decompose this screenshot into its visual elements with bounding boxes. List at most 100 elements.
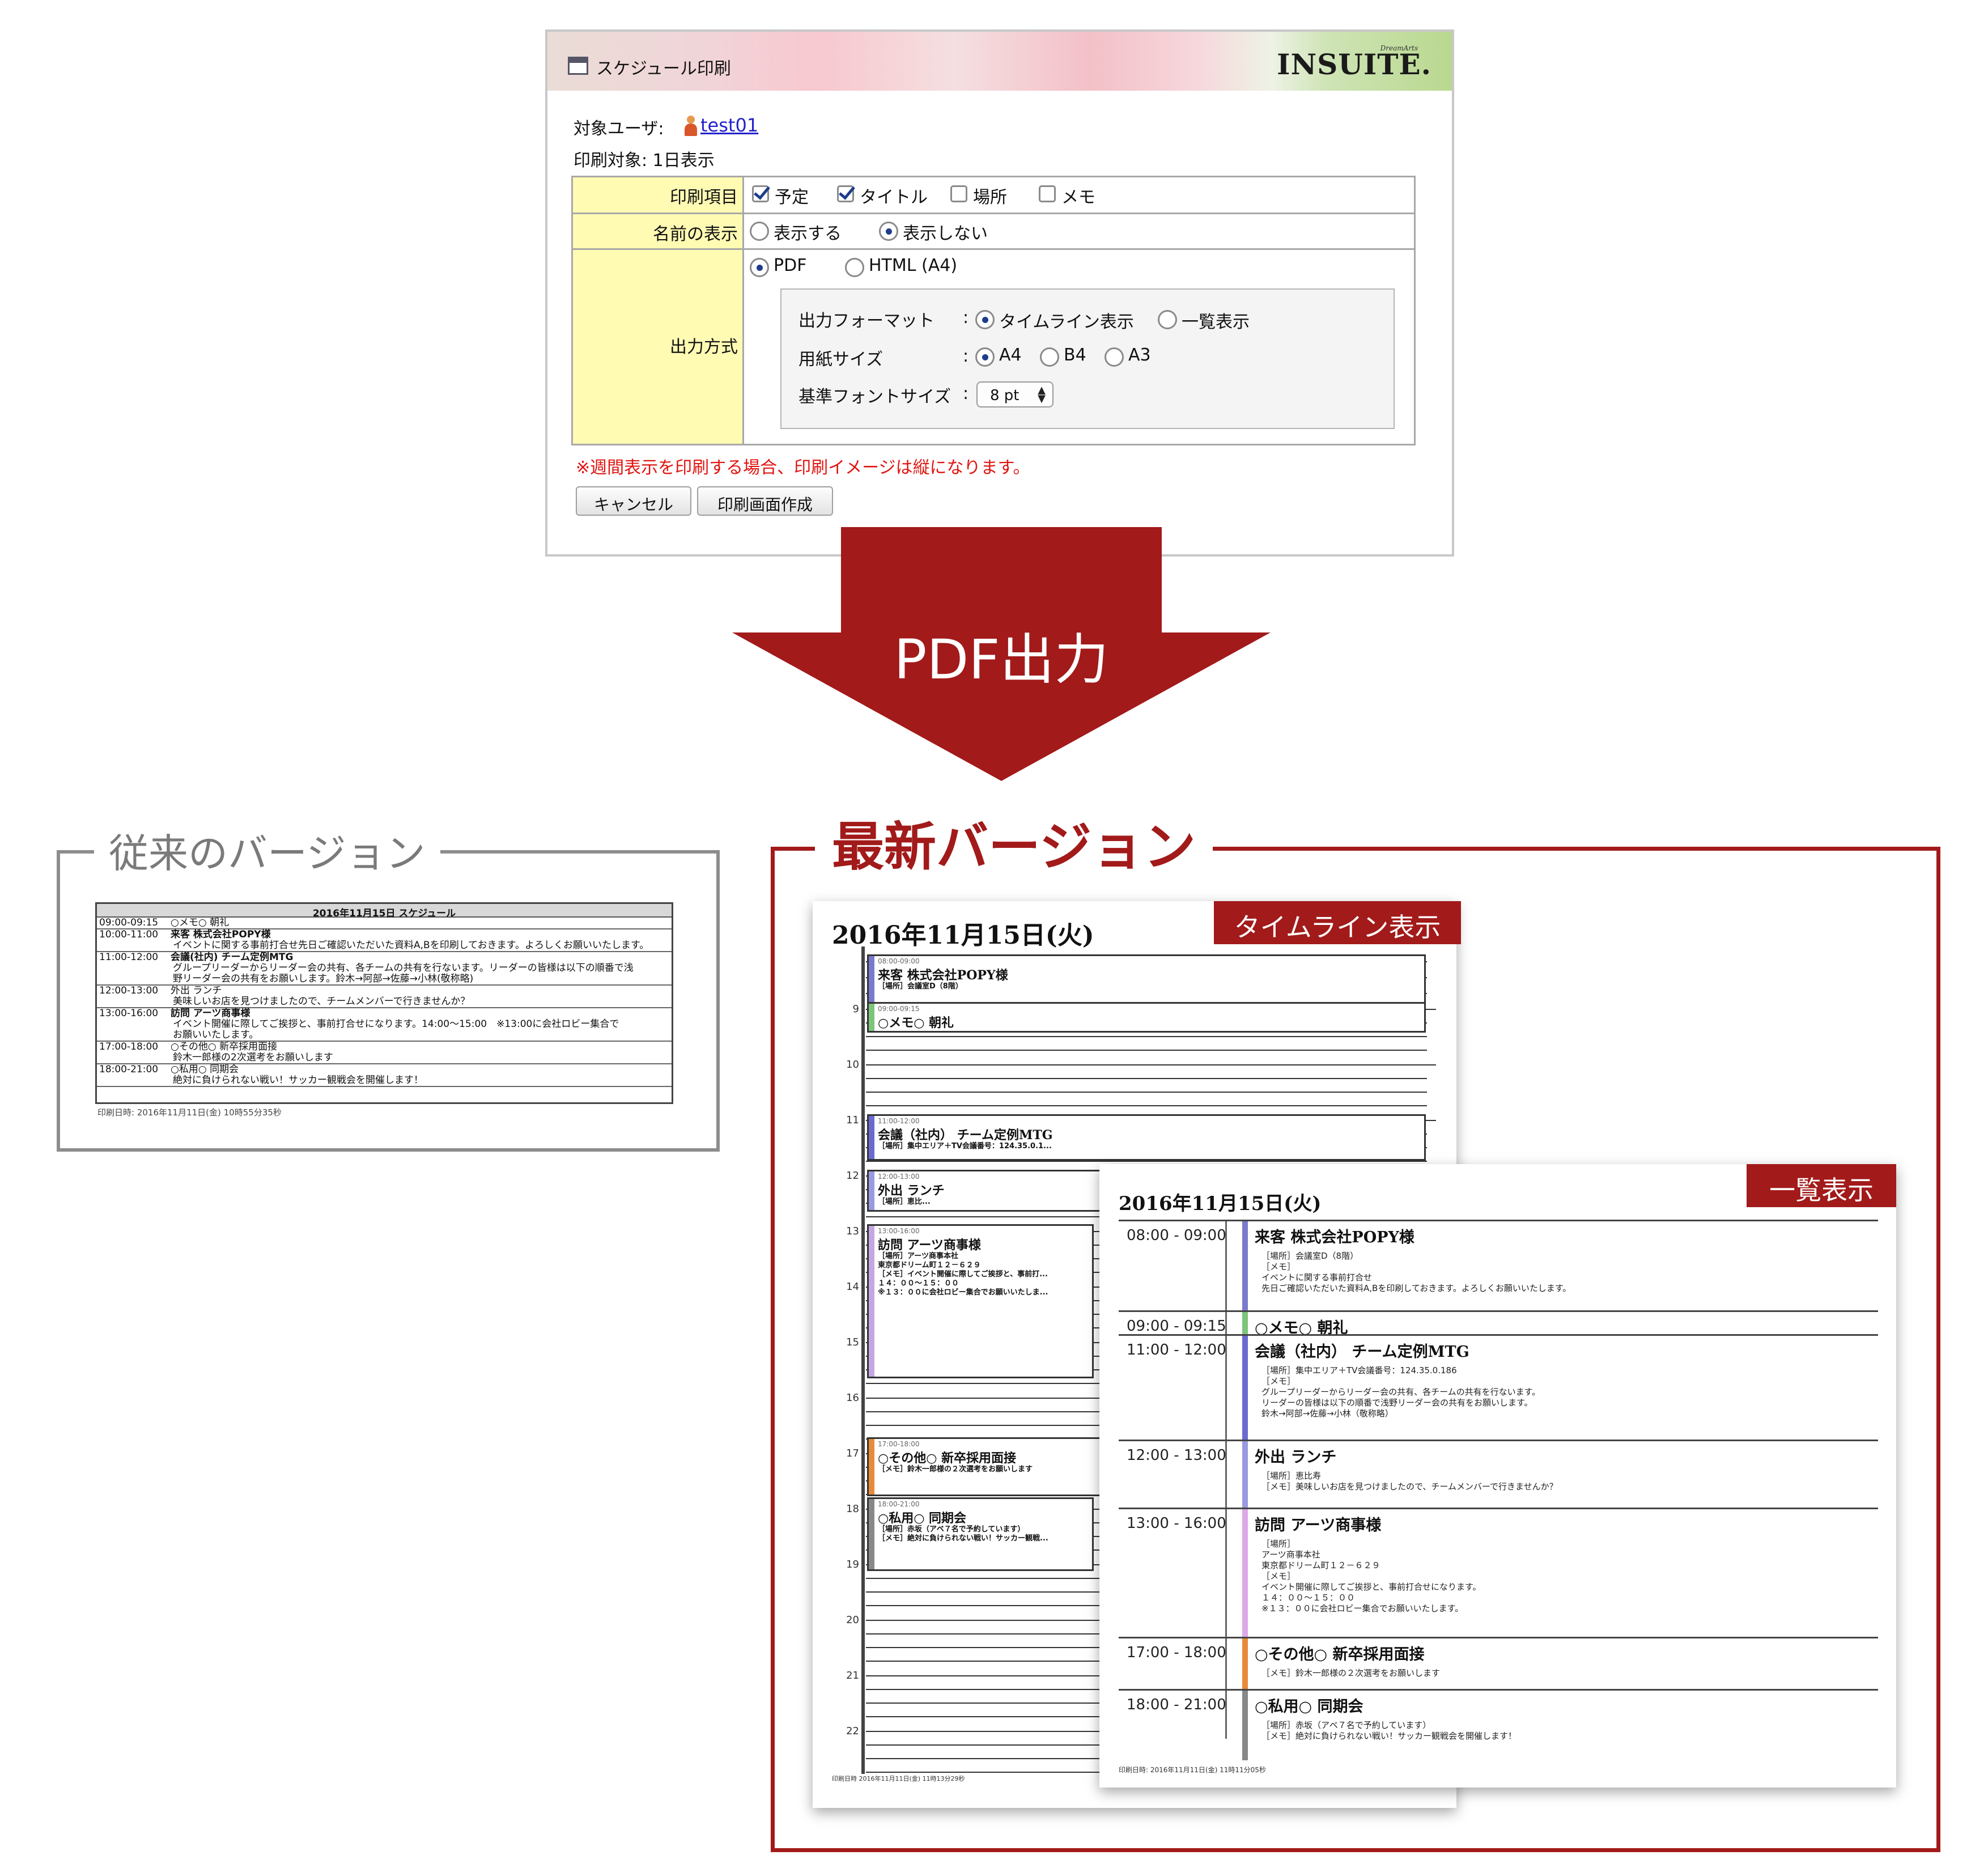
tick-mark [1427,1064,1436,1065]
pdf-output-label: PDF出力 [894,628,1109,691]
list-row: 09:00 - 09:15 ○メモ○ 朝礼 [1119,1310,1878,1337]
event-color-bar [869,1439,874,1495]
event-detail: ［場所］集中エリア＋TV会議番号：124.35.0.1... [878,1142,1052,1150]
old-row-line: 鈴木一郎様の2次選考をお願いします [173,1052,333,1063]
radio-a4[interactable] [975,347,995,367]
list-row-color [1242,1441,1248,1508]
event-time: 08:00-09:00 [878,957,920,965]
timeline-footer: 印刷日時 2016年11月11日(金) 11時13分29秒 [832,1775,965,1782]
list-row: 17:00 - 18:00 ○その他○ 新卒採用面接 ［メモ］鈴木一郎様の２次選考を… [1119,1637,1878,1689]
list-row-detail: ［場所］赤坂（アベ７名で予約しています） ［メモ］絶対に負けられない戦い！サッカ… [1261,1720,1517,1741]
list-row-name: 来客 株式会社POPY様 [1255,1229,1414,1246]
target-user-link[interactable]: test01 [700,114,758,136]
cancel-button[interactable]: キャンセル [576,486,691,516]
timeline-tag: タイムライン表示 [1214,901,1461,944]
old-row-content: ○メモ○ 朝礼 [168,918,672,928]
timeline-event: 13:00-16:00 訪問 アーツ商事様 ［場所］アーツ商事本社 東京都ドリーム町… [867,1224,1094,1378]
list-row-time: 12:00 - 13:00 [1127,1447,1226,1464]
radio-pdf[interactable] [750,258,769,277]
hour-label: 12 [846,1170,859,1182]
radio-pdf-label: PDF [774,256,807,275]
event-color-bar [869,1116,874,1159]
timeline-event: 08:00-09:00 来客 株式会社POPY様 ［場所］会議室D（8階） [867,954,1426,1009]
checkbox-schedule-label: 予定 [775,188,809,207]
checkbox-title[interactable] [837,185,854,202]
event-detail: ［場所］会議室D（8階） [878,982,963,991]
print-target-text: 印刷対象: 1日表示 [574,151,715,171]
old-row-time: 09:00-09:15 [99,917,159,928]
radio-a3[interactable] [1105,347,1124,367]
event-detail: ［場所］赤坂（アベ７名で予約しています） ［メモ］絶対に負けられない戦い！サッカ… [878,1525,1048,1543]
paper-size-label: 用紙サイズ [798,350,883,370]
checkbox-schedule[interactable] [752,185,769,202]
name-display-label: 名前の表示 [573,214,744,248]
checkbox-place[interactable] [950,185,967,202]
radio-a3-label: A3 [1128,345,1151,365]
pdf-settings-box: 出力フォーマット : タイムライン表示 一覧表示 用紙サイズ : A4 B4 A… [780,288,1395,429]
old-doc-title: 2016年11月15日 スケジュール [97,904,672,919]
format-label: 出力フォーマット [798,311,934,331]
event-name: 外出 ランチ [878,1183,945,1198]
old-row-time: 10:00-11:00 [99,929,159,940]
old-row: 09:00-09:15 ○メモ○ 朝礼 [97,918,672,929]
radio-hide-name[interactable] [879,222,898,241]
font-size-select[interactable]: 8 pt ▲ ▼ [976,381,1054,407]
old-version-panel: 2016年11月15日 スケジュール 09:00-09:15 ○メモ○ 朝礼 10:… [57,850,720,1152]
event-name: 来客 株式会社POPY様 [878,968,1008,983]
list-row-name: ○私用○ 同期会 [1255,1698,1363,1716]
checkbox-title-label: タイトル [860,188,928,207]
list-row-time: 17:00 - 18:00 [1127,1644,1226,1661]
new-version-title: 最新バージョン [815,805,1213,880]
user-icon [685,116,697,136]
hour-label: 11 [846,1114,859,1126]
old-row-time: 12:00-13:00 [99,985,159,996]
old-row: 18:00-21:00 ○私用○ 同期会 絶対に負けられない戦い！サッカー観戦会を開… [97,1064,672,1087]
list-row-name: 訪問 アーツ商事様 [1255,1517,1382,1534]
timeline-date: 2016年11月15日(火) [832,921,1094,950]
old-version-title: 従来のバージョン [94,822,440,879]
colon: : [963,346,969,366]
event-time: 11:00-12:00 [878,1117,920,1125]
list-row-time: 09:00 - 09:15 [1127,1318,1226,1335]
tick-mark [1427,1120,1436,1121]
print-options-table: 印刷項目 予定 タイトル 場所 メモ 名前の表示 表示する 表示しない 出力方式… [571,176,1416,445]
event-time: 09:00-09:15 [878,1005,920,1013]
colon: : [963,308,969,328]
list-row-time: 11:00 - 12:00 [1127,1341,1226,1358]
old-row-line: 外出 ランチ [171,985,222,996]
radio-show-name[interactable] [750,222,769,241]
old-row-time: 11:00-12:00 [99,952,159,963]
radio-list[interactable] [1158,310,1177,329]
event-name: 訪問 アーツ商事様 [878,1238,981,1253]
radio-b4[interactable] [1040,347,1059,367]
list-row: 18:00 - 21:00 ○私用○ 同期会 ［場所］赤坂（アベ７名で予約しています… [1119,1689,1878,1760]
event-detail: ［場所］アーツ商事本社 東京都ドリーム町１２－６２９ ［メモ］イベント開催に際し… [878,1252,1048,1297]
insuite-logo: INSUITE. [1277,48,1431,81]
old-row-content: 訪問 アーツ商事様 イベント開催に際してご挨拶と、事前打合せになります。14:00… [168,1008,672,1041]
timeline-event: 11:00-12:00 会議（社内） チーム定例MTG ［場所］集中エリア＋TV会議… [867,1114,1426,1161]
event-color-bar [869,1226,874,1377]
old-row-content: 外出 ランチ 美味しいお店を見つけましたので、チームメンバーで行きませんか？ [168,986,672,1007]
list-row-color [1242,1221,1248,1310]
create-print-button[interactable]: 印刷画面作成 [697,486,833,516]
old-row: 17:00-18:00 ○その他○ 新卒採用面接 鈴木一郎様の2次選考をお願いします [97,1042,672,1064]
checkbox-place-label: 場所 [973,188,1007,207]
target-user-label: 対象ユーザ: [574,119,664,139]
list-row-detail: ［場所］恵比寿 ［メモ］美味しいお店を見つけましたので、チームメンバーで行きませ… [1261,1471,1558,1492]
old-footer: 印刷日時: 2016年11月11日(金) 10時55分35秒 [97,1107,282,1118]
hour-label: 22 [846,1725,859,1737]
event-time: 13:00-16:00 [878,1227,920,1235]
radio-timeline[interactable] [975,310,995,329]
old-row: 11:00-12:00 会議(社内) チーム定例MTG グループリーダーからリーダー… [97,952,672,986]
radio-html-label: HTML (A4) [869,256,958,275]
checkbox-memo[interactable] [1039,185,1056,202]
list-row-detail: ［場所］集中エリア＋TV会議番号：124.35.0.186 ［メモ］ グループリ… [1261,1365,1541,1419]
list-footer: 印刷日時: 2016年11月11日(金) 11時11分05秒 [1119,1766,1266,1774]
old-row-line: 訪問 アーツ商事様 [171,1008,250,1019]
grid-line [866,1078,1427,1079]
hour-label: 17 [846,1447,859,1459]
grid-line [866,1036,1427,1037]
list-pdf-page: 2016年11月15日(火) 08:00 - 09:00 来客 株式会社POPY様… [1099,1164,1896,1788]
event-name: 会議（社内） チーム定例MTG [878,1128,1053,1143]
radio-html[interactable] [845,258,864,277]
